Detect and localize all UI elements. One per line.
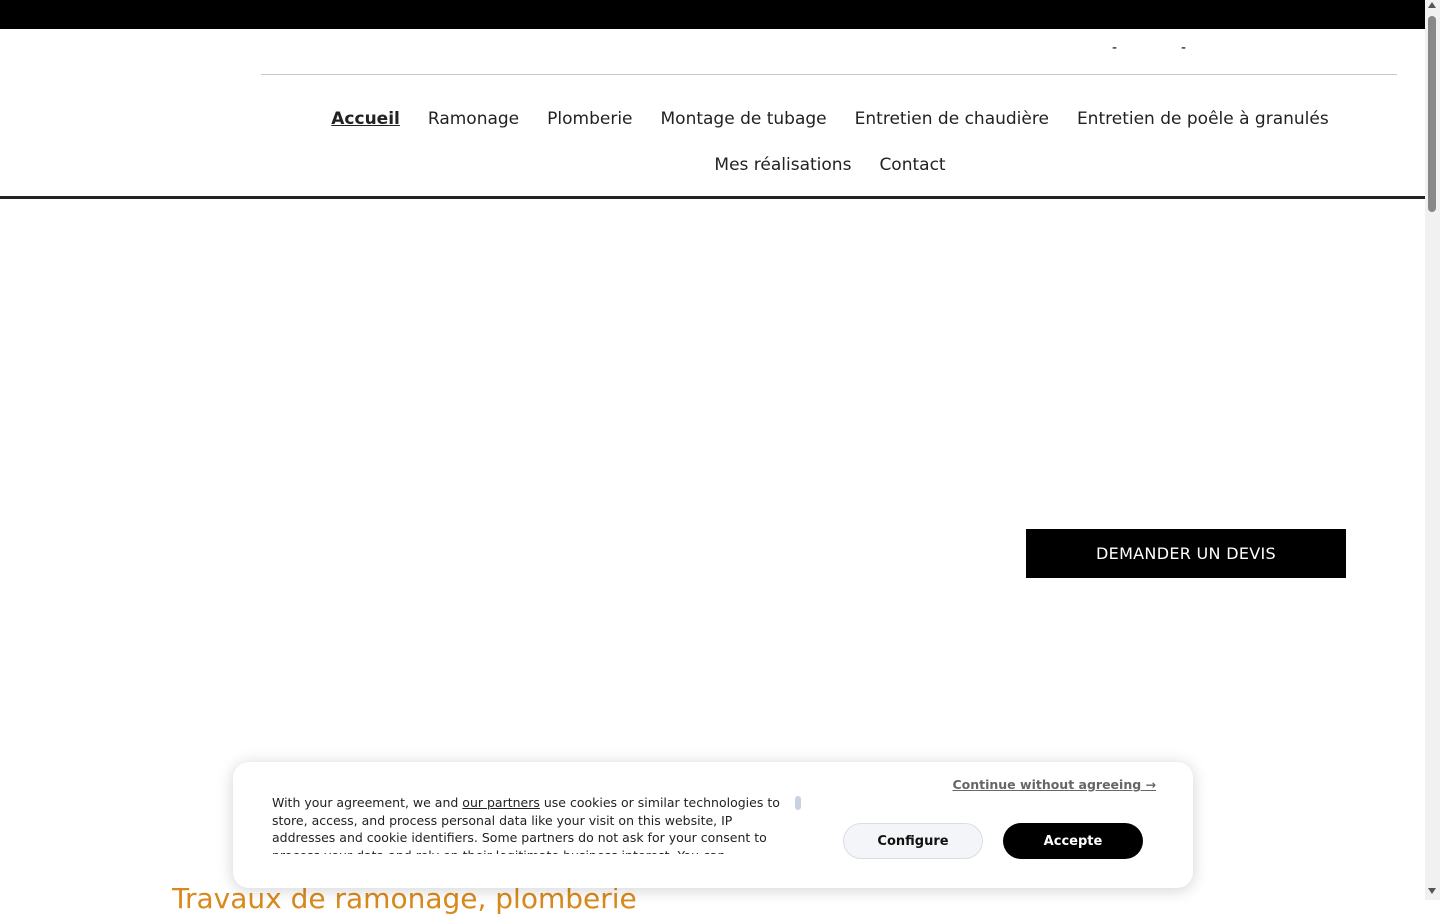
header-bottom-border <box>0 196 1425 199</box>
header-divider <box>261 74 1397 75</box>
configure-button[interactable]: Configure <box>843 823 983 859</box>
nav-item-mes-realisations[interactable]: Mes réalisations <box>714 142 851 188</box>
header-separator: - <box>1181 40 1187 56</box>
our-partners-link[interactable]: our partners <box>462 795 540 810</box>
nav-item-ramonage[interactable]: Ramonage <box>428 96 519 142</box>
scroll-up-icon[interactable] <box>1428 2 1436 8</box>
cookie-consent-text: With your agreement, we and our partners… <box>272 794 792 854</box>
header-contact-bar: - - <box>0 40 1425 60</box>
scrollbar-thumb[interactable] <box>1428 16 1436 212</box>
nav-item-contact[interactable]: Contact <box>879 142 945 188</box>
cookie-text-scrollbar[interactable] <box>795 796 801 810</box>
cookie-text-part: With your agreement, we and <box>272 795 463 810</box>
cookie-consent-banner: With your agreement, we and our partners… <box>233 762 1193 888</box>
request-quote-button[interactable]: DEMANDER UN DEVIS <box>1026 529 1346 578</box>
nav-item-montage-de-tubage[interactable]: Montage de tubage <box>661 96 827 142</box>
nav-item-entretien-de-poele[interactable]: Entretien de poêle à granulés <box>1077 96 1329 142</box>
scroll-down-icon[interactable] <box>1428 888 1436 894</box>
nav-item-accueil[interactable]: Accueil <box>331 96 400 142</box>
continue-without-agreeing-link[interactable]: Continue without agreeing → <box>952 777 1156 792</box>
accept-button[interactable]: Accepte <box>1003 823 1143 859</box>
page-scrollbar[interactable] <box>1425 0 1440 900</box>
nav-item-plomberie[interactable]: Plomberie <box>547 96 632 142</box>
top-bar <box>0 0 1425 29</box>
nav-item-entretien-de-chaudiere[interactable]: Entretien de chaudière <box>855 96 1049 142</box>
header-separator: - <box>1112 40 1118 56</box>
main-navigation: Accueil Ramonage Plomberie Montage de tubag… <box>300 96 1360 188</box>
